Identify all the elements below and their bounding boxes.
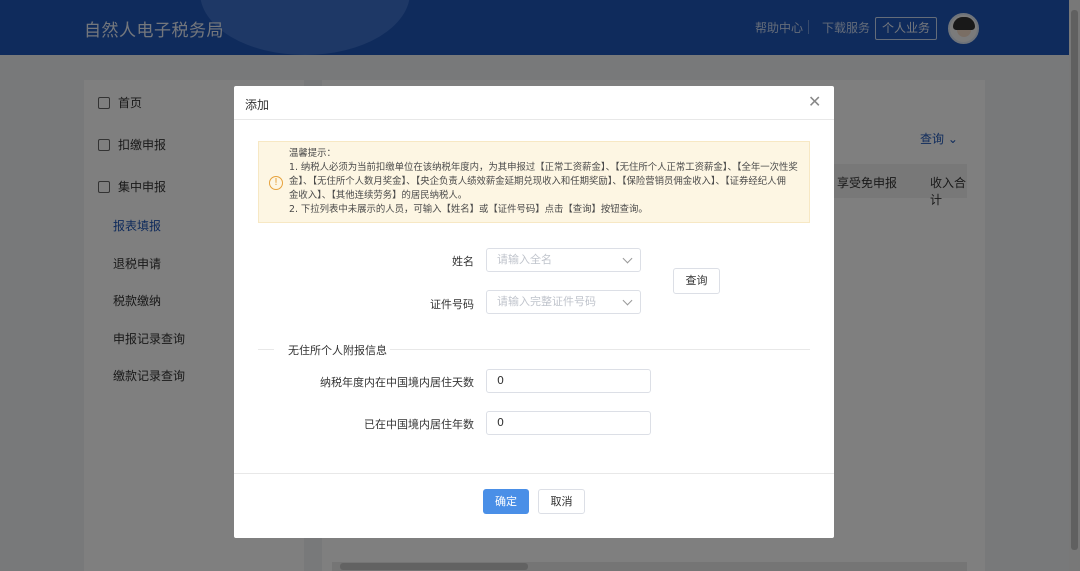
id-number-select[interactable]: 请输入完整证件号码 xyxy=(486,290,641,314)
chevron-down-icon xyxy=(622,295,633,306)
name-placeholder: 请输入全名 xyxy=(497,253,552,266)
notice-line: 金】、【无住所个人数月奖金】、【央企负责人绩效薪金延期兑现收入和任期奖励】、【保… xyxy=(289,176,786,187)
confirm-button[interactable]: 确定 xyxy=(483,489,529,514)
section-divider xyxy=(258,349,274,350)
cancel-button[interactable]: 取消 xyxy=(538,489,585,514)
id-number-label: 证件号码 xyxy=(430,298,474,311)
notice-line: 金收入】、【其他连续劳务】的居民纳税人。 xyxy=(289,190,468,201)
query-button[interactable]: 查询 xyxy=(673,268,720,294)
residence-years-input[interactable]: 0 xyxy=(486,411,651,435)
id-number-placeholder: 请输入完整证件号码 xyxy=(497,295,596,308)
notice-line: 温馨提示： xyxy=(289,148,336,159)
name-select[interactable]: 请输入全名 xyxy=(486,248,641,272)
notice-box: ! 温馨提示： 1. 纳税人必须为当前扣缴单位在该纳税年度内，为其申报过【正常工… xyxy=(258,141,810,223)
residence-days-input[interactable]: 0 xyxy=(486,369,651,393)
name-label: 姓名 xyxy=(452,255,474,268)
add-dialog: 添加 ✕ ! 温馨提示： 1. 纳税人必须为当前扣缴单位在该纳税年度内，为其申报… xyxy=(234,86,834,538)
chevron-down-icon xyxy=(622,253,633,264)
section-title: 无住所个人附报信息 xyxy=(288,344,387,357)
warning-icon: ! xyxy=(269,176,283,190)
divider xyxy=(234,119,834,120)
divider xyxy=(234,473,834,474)
section-divider xyxy=(390,349,810,350)
notice-line: 2. 下拉列表中未展示的人员，可输入【姓名】或【证件号码】点击【查询】按钮查询。 xyxy=(289,204,648,215)
close-icon[interactable]: ✕ xyxy=(808,94,821,110)
dialog-title: 添加 xyxy=(245,98,270,112)
residence-days-label: 纳税年度内在中国境内居住天数 xyxy=(320,376,474,389)
residence-years-label: 已在中国境内居住年数 xyxy=(364,418,474,431)
notice-line: 1. 纳税人必须为当前扣缴单位在该纳税年度内，为其申报过【正常工资薪金】、【无住… xyxy=(289,162,798,173)
notice-text: 温馨提示： 1. 纳税人必须为当前扣缴单位在该纳税年度内，为其申报过【正常工资薪… xyxy=(289,147,804,217)
